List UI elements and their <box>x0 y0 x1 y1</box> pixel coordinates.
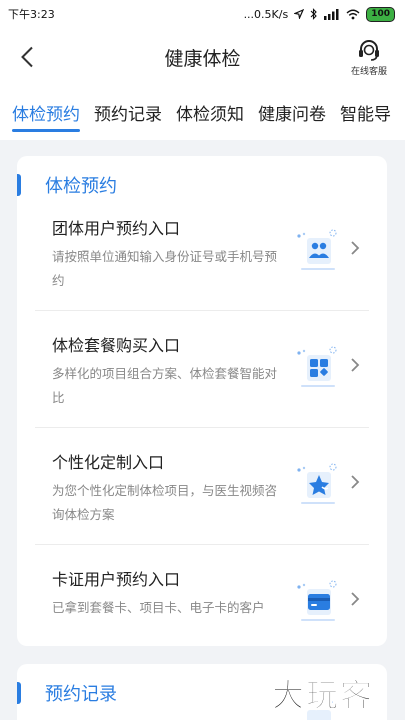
watermark-logo: 大玩客 <box>271 676 375 715</box>
status-time: 下午3:23 <box>8 8 55 21</box>
status-bar: 下午3:23 ...0.5K/s 100 <box>0 0 405 28</box>
item-description: 多样化的项目组合方案、体检套餐智能对比 <box>52 366 278 405</box>
section-title: 预约记录 <box>17 680 117 706</box>
package-purchase-entry[interactable]: 体检套餐购买入口 多样化的项目组合方案、体检套餐智能对比 <box>35 311 369 428</box>
package-grid-icon <box>297 346 337 387</box>
section-title-text: 预约记录 <box>45 684 117 705</box>
network-speed: ...0.5K/s <box>243 7 289 21</box>
item-description: 请按照单位通知输入身份证号或手机号预约 <box>52 249 278 288</box>
card-icon <box>297 580 337 621</box>
custom-plan-entry[interactable]: 个性化定制入口 为您个性化定制体检项目，与医生视频咨询体检方案 <box>35 428 369 545</box>
item-description: 已拿到套餐卡、项目卡、电子卡的客户 <box>52 600 265 615</box>
battery-indicator: 100 <box>366 6 395 22</box>
online-service-button[interactable]: 在线客服 <box>347 38 391 77</box>
tab-exam-booking[interactable]: 体检预约 <box>12 88 80 140</box>
tab-smart-guide[interactable]: 智能导 <box>340 88 391 140</box>
bluetooth-icon <box>310 8 317 20</box>
item-title: 个性化定制入口 <box>52 453 165 472</box>
item-description: 为您个性化定制体检项目，与医生视频咨询体检方案 <box>52 483 278 522</box>
signal-icon <box>324 8 339 20</box>
nav-bar: 健康体检 在线客服 <box>0 28 405 88</box>
group-user-booking-entry[interactable]: 团体用户预约入口 请按照单位通知输入身份证号或手机号预约 <box>35 194 369 311</box>
tab-bar: 体检预约 预约记录 体检须知 健康问卷 智能导 <box>0 88 405 140</box>
online-service-label: 在线客服 <box>350 67 387 77</box>
group-users-icon <box>297 229 337 270</box>
custom-star-icon <box>297 463 337 504</box>
item-title: 团体用户预约入口 <box>52 219 181 238</box>
headset-icon <box>359 40 379 61</box>
status-indicators: ...0.5K/s 100 <box>243 6 395 22</box>
item-title: 卡证用户预约入口 <box>52 570 181 589</box>
location-icon <box>294 9 305 19</box>
card-user-booking-entry[interactable]: 卡证用户预约入口 已拿到套餐卡、项目卡、电子卡的客户 <box>35 545 369 662</box>
chevron-right-icon <box>351 358 360 372</box>
title-accent-bar <box>17 174 21 196</box>
chevron-right-icon <box>351 592 360 606</box>
chevron-right-icon <box>351 241 360 255</box>
tab-health-questionnaire[interactable]: 健康问卷 <box>258 88 326 140</box>
wifi-icon <box>346 9 360 19</box>
tab-exam-notice[interactable]: 体检须知 <box>176 88 244 140</box>
tab-booking-records[interactable]: 预约记录 <box>94 88 162 140</box>
title-accent-bar <box>17 682 21 704</box>
chevron-right-icon <box>351 475 360 489</box>
page-title: 健康体检 <box>164 48 241 70</box>
exam-booking-card: 体检预约 团体用户预约入口 请按照单位通知输入身份证号或手机号预约 体检套餐购买… <box>17 156 387 646</box>
item-title: 体检套餐购买入口 <box>52 336 181 355</box>
